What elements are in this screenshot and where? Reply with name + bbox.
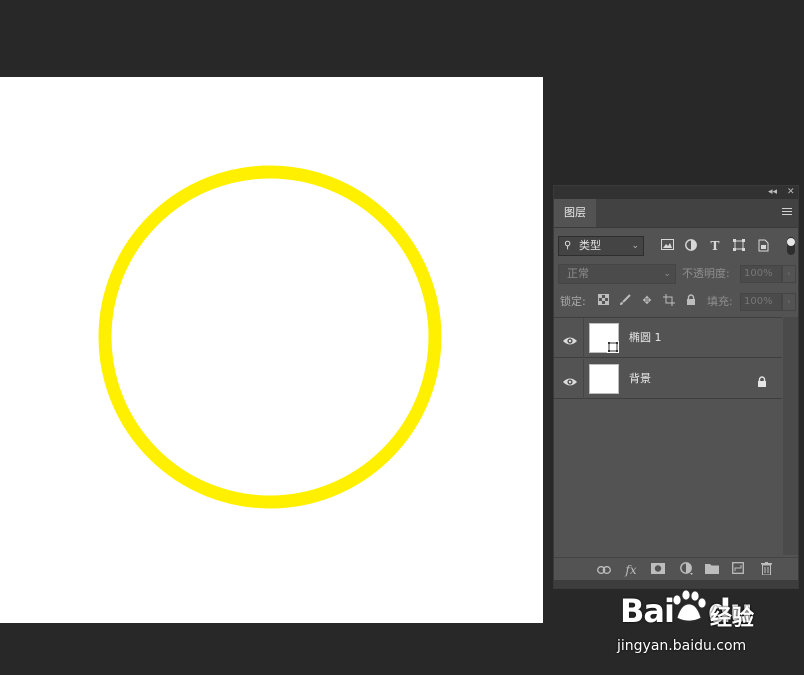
baidu-jingyan-watermark: Bai du 经验 jingyan.baidu.com [615,590,795,660]
layer-separator [583,318,584,358]
adjustment-filter-icon[interactable] [684,239,698,253]
lock-label: 锁定: [560,295,586,308]
fx-icon[interactable]: fx [623,562,639,578]
filter-toggle[interactable] [787,237,795,255]
layer-name[interactable]: 椭圆 1 [629,318,662,358]
visibility-eye-icon[interactable] [562,332,578,345]
lock-image-pixels-icon[interactable] [618,294,632,308]
new-layer-icon[interactable] [730,562,746,578]
lock-position-icon[interactable]: ✥ [640,294,654,308]
blend-mode-value: 正常 [567,267,589,280]
lock-icon[interactable] [757,373,767,392]
collapse-icon[interactable]: ◂◂ [768,186,777,199]
watermark-url: jingyan.baidu.com [617,638,747,654]
layer-thumbnail [589,364,619,394]
layer-row-background[interactable]: 背景 [554,359,782,399]
layer-thumbnail [589,323,619,353]
watermark-sub-text: 经验 [710,606,755,631]
panel-title-bar[interactable]: ◂◂ ✕ [554,186,798,199]
image-filter-icon[interactable] [660,239,674,253]
link-layers-icon[interactable] [596,562,612,578]
chevron-down-icon: ⌄ [631,241,639,251]
panel-resize-bar[interactable] [554,580,798,588]
add-mask-icon[interactable] [650,562,666,578]
layers-panel: ◂◂ ✕ 图层 ⚲ 类型 ⌄ T 正常 ⌄ 不透明度: 100% › 锁定: ✥… [553,185,799,589]
lock-row: 锁定: ✥ 填充: 100% › [554,290,798,314]
search-icon: ⚲ [564,240,572,251]
smart-object-filter-icon[interactable] [756,239,770,253]
ellipse-shape[interactable] [98,165,442,509]
close-icon[interactable]: ✕ [787,186,795,199]
delete-icon[interactable] [758,562,774,578]
visibility-eye-icon[interactable] [562,373,578,386]
shape-filter-icon[interactable] [732,239,746,253]
chevron-down-icon: ⌄ [663,269,671,279]
blend-row: 正常 ⌄ 不透明度: 100% › [554,262,798,286]
filter-kind-select[interactable]: ⚲ 类型 ⌄ [558,236,644,256]
new-group-icon[interactable] [704,562,720,578]
document-canvas[interactable] [0,77,543,623]
opacity-label: 不透明度: [682,267,730,280]
ellipse-stroke [98,165,442,509]
layer-separator [583,359,584,399]
opacity-field[interactable]: 100% [740,265,782,283]
adjustment-layer-icon[interactable] [678,562,694,578]
layer-list: 椭圆 1 背景 [554,317,782,556]
layer-list-scrollbar[interactable] [783,317,798,555]
paw-logo-icon [672,590,707,622]
lock-artboard-icon[interactable] [662,294,676,308]
lock-transparent-pixels-icon[interactable] [596,294,610,308]
opacity-dropdown-icon[interactable]: › [782,265,796,283]
panel-footer: fx [554,557,798,582]
layer-row-ellipse[interactable]: 椭圆 1 [554,318,782,358]
filter-kind-label: 类型 [579,239,601,252]
tab-layers[interactable]: 图层 [554,199,596,227]
panel-tab-row: 图层 [554,199,798,228]
lock-all-icon[interactable] [684,294,698,308]
fill-field[interactable]: 100% [740,293,782,311]
shape-layer-badge-icon [607,341,619,353]
type-filter-icon[interactable]: T [708,239,722,253]
layer-filter-row: ⚲ 类型 ⌄ T [554,234,798,260]
fill-dropdown-icon[interactable]: › [782,293,796,311]
panel-menu-icon[interactable] [782,208,792,217]
fill-label: 填充: [707,295,733,308]
blend-mode-select[interactable]: 正常 ⌄ [558,264,676,284]
layer-name[interactable]: 背景 [629,359,651,399]
